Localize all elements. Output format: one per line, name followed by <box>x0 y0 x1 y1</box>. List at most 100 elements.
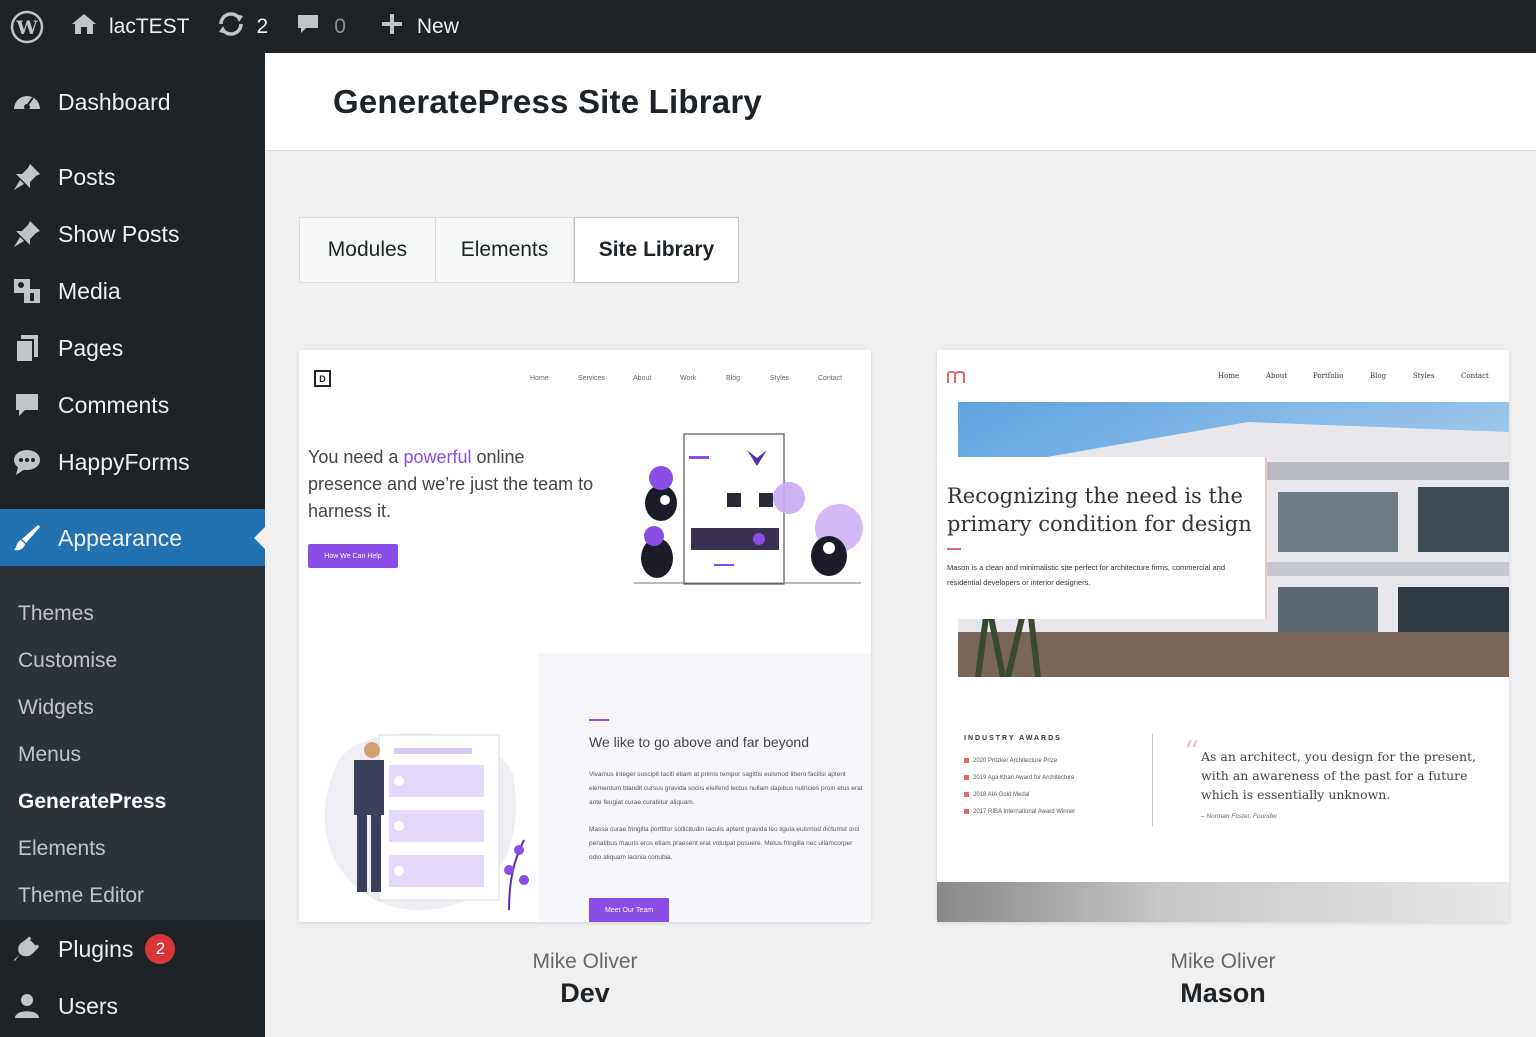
site-name: lacTEST <box>109 14 190 38</box>
new-content-link[interactable]: New <box>381 0 459 53</box>
mason-footer-image <box>937 882 1509 922</box>
dev-team-illustration <box>324 733 529 911</box>
menu-happyforms[interactable]: HappyForms <box>0 436 265 488</box>
menu-label: Appearance <box>58 524 183 551</box>
preview-nav-item: Home <box>1218 372 1240 380</box>
preview-nav-item: Styles <box>770 375 790 382</box>
preview-nav-item: Blog <box>726 375 741 382</box>
pages-icon <box>12 333 42 363</box>
submenu-menus[interactable]: Menus <box>18 743 81 767</box>
menu-label: Comments <box>58 391 170 418</box>
site-name[interactable]: Mason <box>937 978 1509 1009</box>
site-card-dev[interactable]: D Home Services About Work Blog Styles C… <box>299 350 871 922</box>
wordpress-logo-icon[interactable]: W <box>0 0 53 53</box>
menu-label: Dashboard <box>58 88 171 115</box>
mason-award-item: 2020 Pritzker Architecture Prize <box>973 758 1058 764</box>
dashboard-icon <box>12 87 42 117</box>
plus-icon <box>381 13 403 41</box>
dev-hero-text: You need a powerful online presence and … <box>308 447 594 521</box>
library-tabs: Modules Elements Site Library <box>299 217 739 283</box>
submenu-generatepress[interactable]: GeneratePress <box>18 790 166 814</box>
preview-nav-item: Portfolio <box>1313 372 1344 380</box>
dev-logo: D <box>314 370 331 387</box>
submenu-customise[interactable]: Customise <box>18 649 117 673</box>
mason-hero-text: Mason is a clean and minimalistic site p… <box>947 563 1226 587</box>
mason-award-markers <box>964 758 969 818</box>
pin-icon <box>12 219 42 249</box>
menu-label: HappyForms <box>58 448 190 475</box>
site-name[interactable]: Dev <box>299 978 871 1009</box>
mason-award-item: 2018 AIA Gold Medal <box>973 792 1030 798</box>
tab-site-library[interactable]: Site Library <box>574 217 739 283</box>
dev-hero-illustration <box>634 433 863 585</box>
svg-text:W: W <box>15 17 38 39</box>
mason-awards-title: INDUSTRY AWARDS <box>964 735 1062 742</box>
menu-label: Media <box>58 277 121 304</box>
menu-posts[interactable]: Posts <box>0 151 265 203</box>
comments-count: 0 <box>334 14 346 38</box>
mason-hero-heading: Recognizing the need is the primary cond… <box>947 484 1252 536</box>
menu-comments[interactable]: Comments <box>0 379 265 431</box>
menu-plugins[interactable]: Plugins 2 <box>0 923 265 975</box>
quote-mark-icon: “ <box>1184 735 1200 770</box>
mason-divider <box>1152 734 1153 826</box>
menu-label: Pages <box>58 334 124 361</box>
submenu-widgets[interactable]: Widgets <box>18 696 94 720</box>
updates-count: 2 <box>256 14 269 38</box>
page-title: GeneratePress Site Library <box>333 83 762 120</box>
dev-section-text: Vivamus integer suscipit taciti etiam at… <box>589 771 863 861</box>
mason-quote: As an architect, you design for the pres… <box>1201 749 1476 802</box>
comment-icon <box>12 390 42 420</box>
chat-icon <box>12 447 42 477</box>
preview-nav-item: Work <box>680 375 697 382</box>
mason-logo <box>947 371 965 383</box>
appearance-submenu: Themes Customise Widgets Menus GenerateP… <box>0 566 265 920</box>
plugins-update-badge: 2 <box>145 934 176 964</box>
site-name-link[interactable]: lacTEST <box>71 0 190 53</box>
page-header: GeneratePress Site Library <box>265 53 1536 151</box>
menu-show-posts[interactable]: Show Posts <box>0 208 265 260</box>
preview-nav-item: About <box>1266 372 1288 380</box>
comments-link[interactable]: 0 <box>296 0 346 53</box>
mason-award-item: 2019 Aga Khan Award for Architecture <box>973 775 1075 781</box>
tab-modules[interactable]: Modules <box>299 217 436 283</box>
submenu-themes[interactable]: Themes <box>18 602 94 626</box>
preview-nav-item: Home <box>530 375 549 382</box>
dev-accent-line <box>589 719 609 721</box>
menu-users[interactable]: Users <box>0 980 265 1032</box>
menu-label: Users <box>58 992 119 1019</box>
admin-bar: W lacTEST 2 0 New <box>0 0 1536 53</box>
menu-media[interactable]: Media <box>0 265 265 317</box>
media-icon <box>12 276 42 306</box>
home-icon <box>71 12 97 42</box>
preview-nav-item: Styles <box>1413 372 1435 380</box>
mason-award-item: 2017 RIBA International Award Winner <box>973 809 1076 815</box>
menu-dashboard[interactable]: Dashboard <box>0 76 265 128</box>
menu-label: Show Posts <box>58 220 180 247</box>
menu-appearance[interactable]: Appearance <box>0 509 265 567</box>
preview-nav-item: Contact <box>1461 372 1489 380</box>
menu-pages[interactable]: Pages <box>0 322 265 374</box>
updates-link[interactable]: 2 <box>217 0 269 53</box>
user-icon <box>12 991 42 1021</box>
site-card-mason[interactable]: Home About Portfolio Blog Styles Contact… <box>937 350 1509 922</box>
active-menu-arrow <box>254 527 265 549</box>
submenu-elements[interactable]: Elements <box>18 837 106 861</box>
pin-icon <box>12 162 42 192</box>
preview-nav-item: Contact <box>818 375 843 382</box>
plugin-icon <box>12 934 42 964</box>
admin-sidebar: Dashboard Posts Show Posts Media Pages C… <box>0 53 265 1037</box>
new-label: New <box>416 14 459 38</box>
site-author: Mike Oliver <box>532 950 638 973</box>
preview-nav-item: Blog <box>1370 372 1387 380</box>
menu-label: Posts <box>58 163 116 190</box>
submenu-theme-editor[interactable]: Theme Editor <box>18 884 144 908</box>
dev-section-heading: We like to go above and far beyond <box>589 734 810 750</box>
dev-team-button: Meet Our Team <box>589 898 669 922</box>
dev-hero-button: How We Can Help <box>308 544 398 568</box>
site-author: Mike Oliver <box>1170 950 1276 973</box>
brush-icon <box>12 523 42 553</box>
menu-label: Plugins <box>58 935 134 962</box>
preview-nav-item: About <box>633 375 652 382</box>
tab-elements[interactable]: Elements <box>436 217 574 283</box>
